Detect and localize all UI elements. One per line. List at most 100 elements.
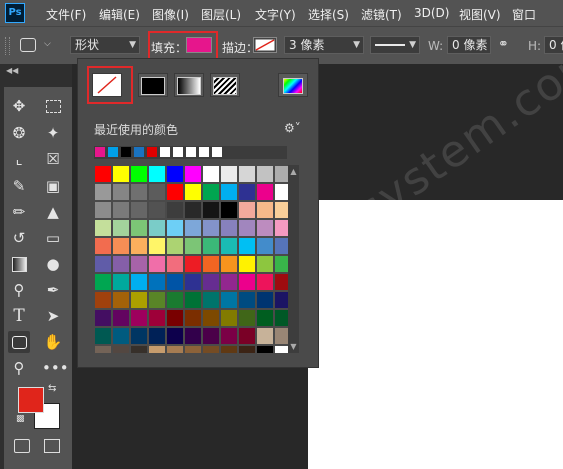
- hand-icon[interactable]: ✋: [42, 331, 64, 353]
- stroke-color-swatch[interactable]: [252, 36, 278, 54]
- photoshop-logo[interactable]: Ps: [5, 3, 25, 23]
- color-swatch[interactable]: [131, 346, 147, 353]
- color-swatch[interactable]: [95, 238, 111, 254]
- color-swatch[interactable]: [257, 166, 273, 182]
- color-swatch[interactable]: [95, 256, 111, 272]
- menu-view[interactable]: 视图(V): [459, 6, 501, 23]
- color-swatch[interactable]: [113, 346, 129, 353]
- color-swatch[interactable]: [203, 346, 219, 353]
- solid-color-button[interactable]: [138, 73, 168, 97]
- color-swatch[interactable]: [185, 346, 201, 353]
- default-colors-icon[interactable]: ▩: [16, 414, 25, 424]
- color-swatch[interactable]: [257, 238, 273, 254]
- color-swatch[interactable]: [257, 292, 273, 308]
- shape-tool-preset-icon[interactable]: [20, 38, 36, 52]
- color-swatch[interactable]: [257, 184, 273, 200]
- color-swatch[interactable]: [131, 328, 147, 344]
- color-swatch[interactable]: [239, 310, 255, 326]
- menu-layer[interactable]: 图层(L): [201, 6, 241, 23]
- color-swatch[interactable]: [95, 202, 111, 218]
- color-swatch[interactable]: [239, 292, 255, 308]
- color-swatch[interactable]: [221, 220, 237, 236]
- recent-color-swatch[interactable]: [147, 147, 157, 157]
- color-swatch[interactable]: [131, 274, 147, 290]
- healing-brush-icon[interactable]: ▣: [42, 175, 64, 197]
- pattern-button[interactable]: [210, 73, 240, 97]
- color-swatch[interactable]: [167, 274, 183, 290]
- gradient-button[interactable]: [174, 73, 204, 97]
- options-grip[interactable]: [5, 37, 10, 55]
- color-swatch[interactable]: [185, 292, 201, 308]
- color-swatch[interactable]: [185, 310, 201, 326]
- color-swatch[interactable]: [149, 328, 165, 344]
- color-swatch[interactable]: [185, 274, 201, 290]
- color-swatch[interactable]: [185, 166, 201, 182]
- color-swatch[interactable]: [149, 292, 165, 308]
- color-swatch[interactable]: [95, 292, 111, 308]
- color-swatch[interactable]: [221, 274, 237, 290]
- color-swatch[interactable]: [167, 238, 183, 254]
- color-swatch[interactable]: [95, 346, 111, 353]
- color-swatch[interactable]: [239, 238, 255, 254]
- color-swatch[interactable]: [95, 274, 111, 290]
- eraser-icon[interactable]: ▭: [42, 227, 64, 249]
- color-swatch[interactable]: [149, 184, 165, 200]
- color-swatch[interactable]: [149, 202, 165, 218]
- scrollbar[interactable]: ▲ ▼: [288, 165, 299, 353]
- chevron-up-icon[interactable]: ▲: [288, 167, 299, 176]
- color-swatch[interactable]: [167, 292, 183, 308]
- color-swatch[interactable]: [257, 328, 273, 344]
- menu-edit[interactable]: 编辑(E): [99, 6, 140, 23]
- color-swatch[interactable]: [185, 328, 201, 344]
- color-swatch[interactable]: [257, 202, 273, 218]
- color-swatch[interactable]: [113, 274, 129, 290]
- menu-select[interactable]: 选择(S): [308, 6, 349, 23]
- color-swatch[interactable]: [203, 328, 219, 344]
- color-swatch[interactable]: [95, 166, 111, 182]
- lasso-icon[interactable]: ❂: [8, 122, 30, 144]
- menu-file[interactable]: 文件(F): [46, 6, 86, 23]
- recent-color-swatch[interactable]: [199, 147, 209, 157]
- stroke-type-dropdown[interactable]: ▼: [370, 36, 420, 54]
- recent-color-swatch[interactable]: [121, 147, 131, 157]
- screen-mode-icon[interactable]: [44, 439, 60, 453]
- menu-filter[interactable]: 滤镜(T): [361, 6, 402, 23]
- color-swatch[interactable]: [131, 202, 147, 218]
- crop-icon[interactable]: ⌞: [8, 148, 30, 170]
- color-swatch[interactable]: [221, 166, 237, 182]
- type-icon[interactable]: T: [8, 305, 30, 327]
- quick-select-icon[interactable]: ✦: [42, 122, 64, 144]
- color-swatch[interactable]: [257, 256, 273, 272]
- color-swatch[interactable]: [185, 220, 201, 236]
- color-swatch[interactable]: [113, 238, 129, 254]
- recent-color-swatch[interactable]: [160, 147, 170, 157]
- color-swatch[interactable]: [257, 310, 273, 326]
- recent-color-swatch[interactable]: [95, 147, 105, 157]
- blur-icon[interactable]: ●: [42, 253, 64, 275]
- color-swatch[interactable]: [167, 166, 183, 182]
- color-swatch[interactable]: [185, 202, 201, 218]
- pen-icon[interactable]: ✒: [42, 279, 64, 301]
- color-swatch[interactable]: [113, 310, 129, 326]
- color-swatch[interactable]: [221, 238, 237, 254]
- color-swatch[interactable]: [113, 184, 129, 200]
- frame-icon[interactable]: ☒: [42, 148, 64, 170]
- stroke-width-dropdown[interactable]: 3 像素 ▼: [284, 36, 364, 54]
- zoom-icon[interactable]: ⚲: [8, 357, 30, 379]
- menu-window[interactable]: 窗口: [512, 6, 536, 23]
- color-swatch[interactable]: [167, 256, 183, 272]
- color-swatch[interactable]: [149, 274, 165, 290]
- color-swatch[interactable]: [167, 184, 183, 200]
- color-swatch[interactable]: [239, 202, 255, 218]
- color-swatch[interactable]: [113, 256, 129, 272]
- color-swatch[interactable]: [131, 310, 147, 326]
- color-swatch[interactable]: [167, 202, 183, 218]
- color-picker-button[interactable]: [278, 73, 308, 97]
- recent-color-swatch[interactable]: [108, 147, 118, 157]
- gear-icon[interactable]: ⚙˅: [284, 121, 301, 135]
- color-swatch[interactable]: [203, 256, 219, 272]
- menu-3d[interactable]: 3D(D): [414, 6, 449, 20]
- color-swatch[interactable]: [203, 166, 219, 182]
- color-swatch[interactable]: [95, 184, 111, 200]
- marquee-icon[interactable]: [42, 95, 64, 117]
